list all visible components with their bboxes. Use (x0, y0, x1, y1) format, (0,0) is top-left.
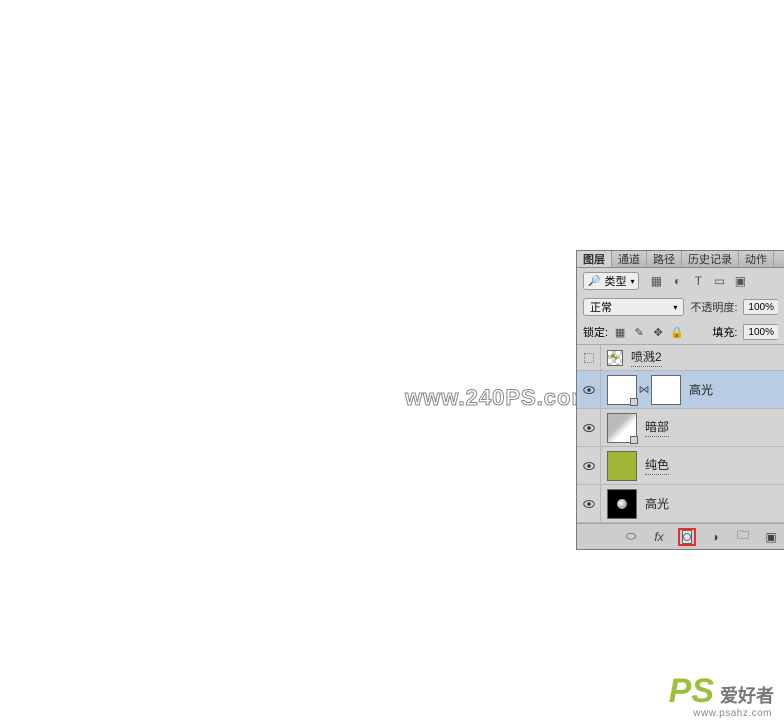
lock-all-icon[interactable]: 🔒 (671, 326, 683, 339)
panel-bottom-bar: ⬭ fx ◑ 🗀 ▣ (577, 523, 784, 549)
layer-row[interactable]: 喷溅2 (577, 345, 784, 371)
lock-icons: ▦ ✎ ✥ 🔒 (614, 326, 683, 339)
tab-channels[interactable]: 通道 (612, 251, 647, 267)
smart-object-icon (630, 436, 638, 444)
new-layer-icon[interactable]: ▣ (762, 528, 780, 546)
layer-row[interactable]: ⋈ 高光 (577, 371, 784, 409)
lock-row: 锁定: ▦ ✎ ✥ 🔒 填充: 100% (577, 320, 784, 345)
watermark-text: www.240PS.com (405, 385, 592, 411)
brand-logo-block: PS 爱好者 (669, 672, 774, 711)
tab-history[interactable]: 历史记录 (682, 251, 739, 267)
blend-mode-select[interactable]: 正常 ▾ (583, 298, 684, 316)
blend-row: 正常 ▾ 不透明度: 100% (577, 294, 784, 320)
fill-label: 填充: (712, 324, 737, 340)
visibility-toggle[interactable] (577, 371, 601, 408)
chevron-down-icon: ▾ (630, 277, 634, 286)
filter-type-icon[interactable]: T (692, 275, 704, 287)
add-mask-button[interactable] (678, 528, 696, 546)
layer-thumbnail[interactable] (607, 350, 623, 366)
layer-name[interactable]: 高光 (645, 495, 669, 512)
filter-smart-icon[interactable]: ▣ (734, 275, 746, 287)
lock-transparent-icon[interactable]: ▦ (614, 326, 626, 339)
layer-name[interactable]: 纯色 (645, 456, 669, 475)
layer-thumbnail[interactable] (607, 413, 637, 443)
smart-object-icon (630, 398, 638, 406)
visibility-toggle[interactable] (577, 409, 601, 446)
kind-filter-select[interactable]: 🔎 类型 ▾ (583, 272, 639, 290)
chevron-down-icon: ▾ (673, 303, 677, 312)
visibility-toggle[interactable] (577, 485, 601, 522)
filter-adjust-icon[interactable]: ◐ (671, 275, 683, 287)
layer-thumbnail[interactable] (607, 451, 637, 481)
layers-panel: 图层 通道 路径 历史记录 动作 🔎 类型 ▾ ▦ ◐ T ▭ ▣ 正常 ▾ 不… (576, 250, 784, 550)
layer-row[interactable]: 纯色 (577, 447, 784, 485)
layer-name[interactable]: 高光 (689, 381, 713, 398)
search-icon: 🔎 (588, 276, 600, 287)
eye-icon (582, 383, 596, 397)
blend-mode-value: 正常 (590, 299, 612, 315)
layer-name[interactable]: 暗部 (645, 418, 669, 437)
brand-cn-text: 爱好者 (720, 682, 774, 708)
visibility-toggle[interactable] (577, 345, 601, 370)
tab-paths[interactable]: 路径 (647, 251, 682, 267)
layer-thumbnail[interactable] (607, 375, 637, 405)
tab-layers[interactable]: 图层 (577, 251, 612, 267)
eye-icon (582, 421, 596, 435)
filter-shape-icon[interactable]: ▭ (713, 275, 725, 287)
link-layers-icon[interactable]: ⬭ (622, 528, 640, 546)
panel-tabs: 图层 通道 路径 历史记录 动作 (577, 251, 784, 268)
lock-label: 锁定: (583, 324, 608, 340)
filter-icons: ▦ ◐ T ▭ ▣ (650, 275, 746, 287)
layer-row[interactable]: 暗部 (577, 409, 784, 447)
opacity-label: 不透明度: (690, 299, 737, 315)
layer-name[interactable]: 喷溅2 (631, 348, 662, 367)
filter-row: 🔎 类型 ▾ ▦ ◐ T ▭ ▣ (577, 268, 784, 294)
fx-icon[interactable]: fx (650, 528, 668, 546)
tab-actions[interactable]: 动作 (739, 251, 774, 267)
eye-icon (582, 459, 596, 473)
lock-brush-icon[interactable]: ✎ (633, 326, 645, 339)
layer-row[interactable]: 高光 (577, 485, 784, 523)
layer-thumbnail[interactable] (607, 489, 637, 519)
filter-pixel-icon[interactable]: ▦ (650, 275, 662, 287)
checkbox-empty-icon (584, 353, 594, 363)
lock-move-icon[interactable]: ✥ (652, 326, 664, 339)
eye-icon (582, 497, 596, 511)
opacity-value[interactable]: 100% (743, 299, 778, 315)
brand-logo-text: PS (669, 672, 714, 711)
fill-value[interactable]: 100% (743, 324, 778, 340)
layer-list: 喷溅2 ⋈ 高光 暗部 (577, 345, 784, 523)
group-icon[interactable]: 🗀 (734, 528, 752, 546)
brand-url: www.psahz.com (693, 708, 772, 719)
layer-mask-thumbnail[interactable] (651, 375, 681, 405)
kind-label: 类型 (604, 273, 626, 289)
link-icon[interactable]: ⋈ (639, 381, 649, 399)
adjustment-layer-icon[interactable]: ◑ (706, 528, 724, 546)
visibility-toggle[interactable] (577, 447, 601, 484)
